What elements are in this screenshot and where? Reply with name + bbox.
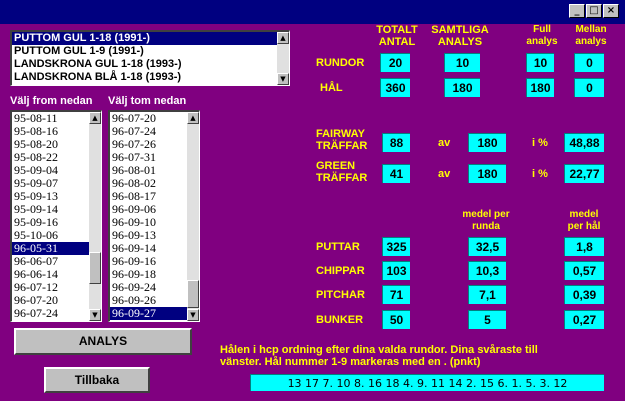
title-bar: _ □ × [0,0,625,24]
chippar-total: 103 [382,261,410,280]
label-line: GREEN [316,160,356,172]
from-list-label: Välj from nedan [10,95,93,107]
header-line: medel per [462,209,510,220]
bunker-label: BUNKER [316,314,364,326]
scroll-up-arrow-icon[interactable]: ▲ [277,32,289,44]
fairway-pct: 48,88 [564,133,604,152]
green-pct: 22,77 [564,164,604,183]
green-value: 41 [382,164,410,183]
scroll-thumb[interactable] [187,280,199,308]
tillbaka-button[interactable]: Tillbaka [44,367,150,393]
hal-samtliga: 180 [444,78,480,97]
course-list[interactable]: PUTTOM GUL 1-18 (1991-) PUTTOM GUL 1-9 (1… [10,30,290,86]
scroll-up-arrow-icon[interactable]: ▲ [89,112,101,124]
puttar-per-round: 32,5 [468,237,506,256]
header-line: analys [575,36,607,47]
chippar-per-round: 10,3 [468,261,506,280]
course-items: PUTTOM GUL 1-18 (1991-) PUTTOM GUL 1-9 (1… [12,32,289,84]
header-line: Mellan [575,24,607,35]
puttar-total: 325 [382,237,410,256]
header-medel-per-runda: medel per runda [452,209,520,233]
rundor-samtliga: 10 [444,53,480,72]
header-line: analys [526,36,558,47]
info-line: vänster. Hål nummer 1-9 markeras med en … [220,356,481,368]
hcp-order-info: Hålen i hcp ordning efter dina valda run… [220,344,538,368]
course-list-item[interactable]: LANDSKRONA BLÅ 1-18 (1993-) [12,71,289,84]
rundor-full: 10 [526,53,554,72]
scroll-down-arrow-icon[interactable]: ▼ [187,309,199,321]
header-line: TOTALT [376,24,418,36]
rundor-total: 20 [380,53,410,72]
fairway-av: av [438,137,451,149]
scroll-down-arrow-icon[interactable]: ▼ [277,73,289,85]
header-medel-per-hal: medel per hål [558,209,610,233]
rundor-label: RUNDOR [316,57,365,69]
pitchar-per-round: 7,1 [468,285,506,304]
header-line: runda [472,221,500,232]
chippar-per-hole: 0,57 [564,261,604,280]
course-list-item[interactable]: LANDSKRONA GUL 1-18 (1993-) [12,58,289,71]
hole-order-field: 13 17 7. 10 8. 16 18 4. 9. 11 14 2. 15 6… [250,374,604,391]
to-list-label: Välj tom nedan [108,95,187,107]
header-line: SAMTLIGA [431,24,489,36]
green-label: GREEN TRÄFFAR [316,160,367,184]
main-window: _ □ × PUTTOM GUL 1-18 (1991-) PUTTOM GUL … [0,0,625,401]
analys-button[interactable]: ANALYS [14,328,192,355]
chippar-label: CHIPPAR [316,265,365,277]
hal-label: HÅL [320,82,343,94]
bunker-per-round: 5 [468,310,506,329]
close-button[interactable]: × [603,4,619,18]
scroll-thumb[interactable] [89,252,101,284]
header-totalt-antal: TOTALT ANTAL [370,24,424,48]
bunker-total: 50 [382,310,410,329]
header-line: ANTAL [378,36,416,48]
from-date-item[interactable]: 96-07-24 [12,307,101,320]
to-items: 96-07-20 96-07-24 96-07-26 96-07-31 96-08-01… [110,112,199,320]
course-list-item[interactable]: PUTTOM GUL 1-18 (1991-) [12,32,289,45]
puttar-per-hole: 1,8 [564,237,604,256]
to-list-scrollbar[interactable]: ▲ ▼ [187,112,199,321]
hal-full: 180 [526,78,554,97]
from-list-scrollbar[interactable]: ▲ ▼ [89,112,101,321]
puttar-label: PUTTAR [316,241,360,253]
pitchar-total: 71 [382,285,410,304]
maximize-button[interactable]: □ [586,4,602,18]
to-date-list[interactable]: 96-07-20 96-07-24 96-07-26 96-07-31 96-08-01… [108,110,200,322]
minimize-button[interactable]: _ [569,4,585,18]
fairway-label: FAIRWAY TRÄFFAR [316,128,367,152]
pitchar-label: PITCHAR [316,289,365,301]
header-line: Full [533,24,551,35]
green-pct-label: i % [532,168,548,180]
header-mellan-analys: Mellan analys [566,24,616,48]
to-date-item[interactable]: 96-09-27 [110,307,199,320]
fairway-value: 88 [382,133,410,152]
from-date-list[interactable]: 95-08-11 95-08-16 95-08-20 95-08-22 95-09-04… [10,110,102,322]
bunker-per-hole: 0,27 [564,310,604,329]
scroll-down-arrow-icon[interactable]: ▼ [89,309,101,321]
green-of: 180 [468,164,506,183]
hal-total: 360 [380,78,410,97]
header-line: per hål [567,221,601,232]
fairway-pct-label: i % [532,137,548,149]
fairway-of: 180 [468,133,506,152]
label-line: TRÄFFAR [316,172,368,184]
course-list-scrollbar[interactable]: ▲ ▼ [277,32,289,85]
from-items: 95-08-11 95-08-16 95-08-20 95-08-22 95-09-04… [12,112,101,320]
label-line: TRÄFFAR [316,140,368,152]
header-line: medel [569,209,599,220]
green-av: av [438,168,451,180]
rundor-mellan: 0 [574,53,604,72]
header-samtliga-analys: SAMTLIGA ANALYS [426,24,494,48]
header-full-analys: Full analys [520,24,564,48]
course-list-item[interactable]: PUTTOM GUL 1-9 (1991-) [12,45,289,58]
info-line: Hålen i hcp ordning efter dina valda run… [220,344,538,356]
header-line: ANALYS [437,36,483,48]
pitchar-per-hole: 0,39 [564,285,604,304]
label-line: FAIRWAY [316,128,365,140]
scroll-up-arrow-icon[interactable]: ▲ [187,112,199,124]
hal-mellan: 0 [574,78,604,97]
